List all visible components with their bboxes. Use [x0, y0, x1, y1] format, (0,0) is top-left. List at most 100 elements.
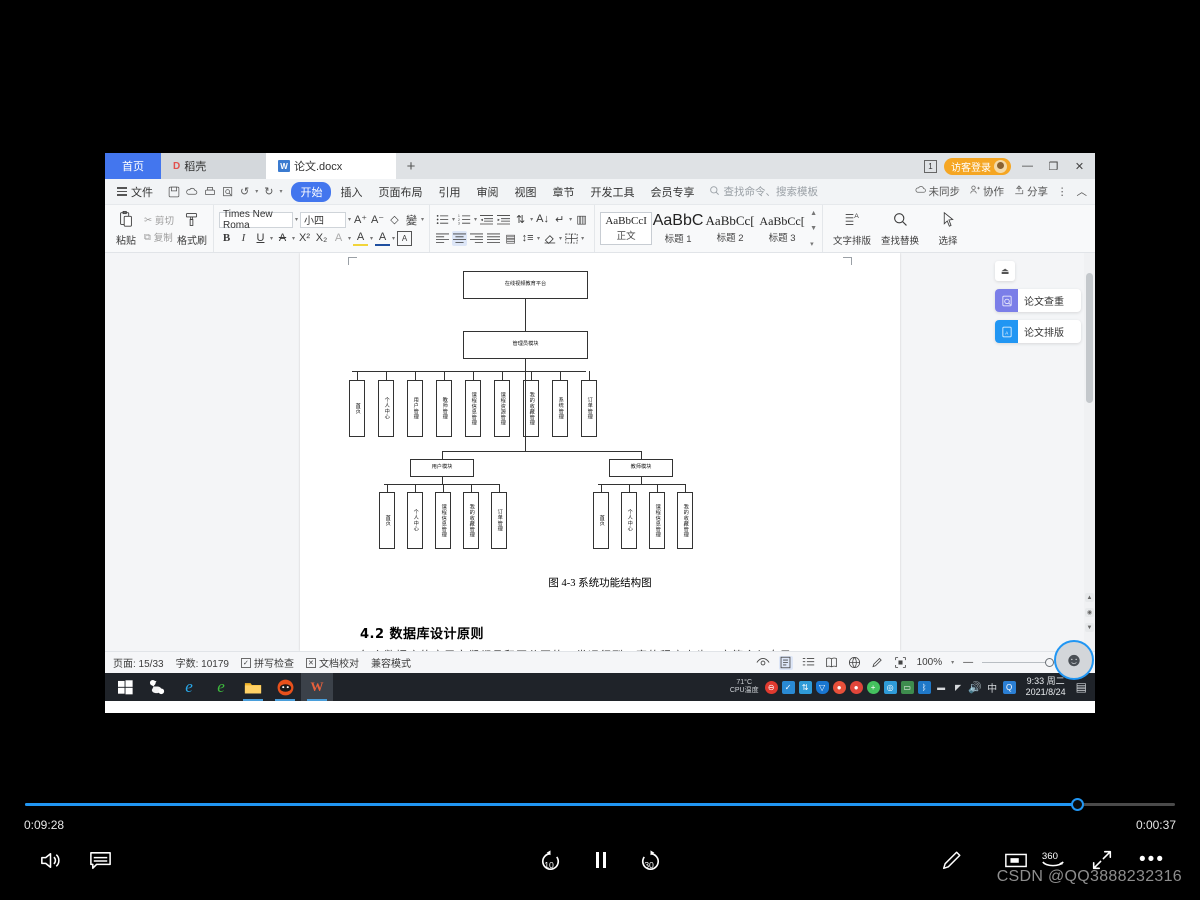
cloud-save-icon[interactable] — [186, 186, 198, 198]
bold-button[interactable]: B — [219, 231, 234, 246]
style-normal[interactable]: AaBbCcI 正文 — [600, 212, 653, 245]
paste-button[interactable]: 粘贴 — [110, 210, 142, 247]
underline-caret-icon[interactable]: ▾ — [270, 235, 273, 242]
print-icon[interactable] — [204, 186, 216, 198]
tray-qq-browser-icon[interactable]: Q — [1002, 680, 1016, 694]
menu-tab-developer[interactable]: 开发工具 — [583, 182, 641, 202]
numbered-caret-icon[interactable]: ▾ — [474, 216, 477, 223]
tray-shield-icon[interactable]: ▽ — [815, 680, 829, 694]
pinyin-guide-button[interactable]: 變 — [404, 212, 419, 227]
status-page-number[interactable]: 页面: 15/33 — [113, 655, 164, 670]
menu-tab-page-layout[interactable]: 页面布局 — [371, 182, 429, 202]
paragraph-sort-button[interactable]: A↓ — [535, 212, 550, 227]
start-icon[interactable] — [109, 673, 141, 701]
sync-status[interactable]: 未同步 — [915, 184, 960, 199]
edit-pen-icon[interactable] — [871, 656, 885, 670]
numbered-list-button[interactable]: 123 — [457, 212, 472, 227]
font-name-caret-icon[interactable]: ▾ — [295, 216, 298, 223]
subscript-button[interactable]: X₂ — [314, 231, 329, 246]
font-color-button[interactable]: A — [375, 231, 391, 246]
ime-indicator[interactable]: 中 — [986, 681, 999, 695]
status-proofread[interactable]: ✕ 文档校对 — [305, 655, 359, 670]
battery-icon[interactable]: ▬ — [935, 681, 948, 694]
shading-caret-icon[interactable]: ▾ — [559, 235, 562, 242]
tab-docer[interactable]: D 稻壳 — [161, 153, 266, 179]
styles-expand-icon[interactable]: ▾ — [810, 240, 817, 248]
align-right-button[interactable] — [469, 231, 484, 246]
strikethrough-button[interactable]: A — [275, 231, 290, 246]
outline-view-icon[interactable] — [802, 656, 816, 670]
s-logo-icon[interactable] — [141, 673, 173, 701]
volume-icon[interactable] — [34, 844, 66, 876]
player-progress-track[interactable] — [25, 798, 1175, 811]
tab-home[interactable]: 首页 — [105, 153, 161, 179]
minimize-button[interactable]: — — [1018, 160, 1037, 172]
tab-document[interactable]: W 论文.docx — [266, 153, 396, 179]
char-border-caret-icon[interactable]: ▾ — [348, 235, 351, 242]
shading-button[interactable] — [542, 231, 557, 246]
maxthon-icon[interactable] — [269, 673, 301, 701]
sort-caret-icon[interactable]: ▾ — [530, 216, 533, 223]
tray-app-red-icon[interactable]: ● — [832, 680, 846, 694]
fit-page-icon[interactable] — [894, 656, 908, 670]
annotate-pencil-icon[interactable] — [936, 844, 968, 876]
bullet-caret-icon[interactable]: ▾ — [452, 216, 455, 223]
tray-security-icon[interactable]: ⊖ — [764, 680, 778, 694]
character-shading-button[interactable]: A — [397, 230, 413, 246]
new-tab-button[interactable]: + — [396, 153, 426, 179]
collapse-ribbon-icon[interactable]: ︿ — [1077, 184, 1088, 199]
tray-qq-penguin-icon[interactable]: ● — [849, 680, 863, 694]
undo-caret-icon[interactable]: ▾ — [255, 188, 258, 195]
menu-tab-member[interactable]: 会员专享 — [643, 182, 701, 202]
ruler-button[interactable]: ▥ — [574, 212, 589, 227]
cut-button[interactable]: ✂ 剪切 — [144, 213, 174, 228]
tray-green-shield-icon[interactable]: + — [866, 680, 880, 694]
character-border-button[interactable]: A — [331, 231, 346, 246]
rewind-10-button[interactable]: 10 — [534, 844, 566, 876]
styles-gallery-scroll[interactable]: ▲ ▼ ▾ — [808, 210, 817, 248]
task-pane-collapse-button[interactable]: ⏏ — [995, 261, 1015, 281]
volume-tray-icon[interactable]: 🔊 — [968, 681, 982, 694]
strikethrough-caret-icon[interactable]: ▾ — [292, 235, 295, 242]
scroll-previous-page-icon[interactable]: ▲ — [1085, 593, 1094, 602]
task-pane-card-typesetting[interactable]: A 论文排版 — [995, 320, 1081, 343]
show-marks-caret-icon[interactable]: ▾ — [569, 216, 572, 223]
italic-button[interactable]: I — [236, 231, 251, 246]
menu-tab-references[interactable]: 引用 — [431, 182, 467, 202]
format-painter-button[interactable]: 格式刷 — [176, 211, 208, 247]
page-count-badge[interactable]: 1 — [924, 159, 937, 173]
show-marks-button[interactable]: ↵ — [552, 212, 567, 227]
notification-center-icon[interactable]: ▤ — [1076, 680, 1089, 694]
font-name-input[interactable]: Times New Roma — [218, 209, 293, 231]
menu-tab-review[interactable]: 审阅 — [469, 182, 505, 202]
scroll-next-page-icon[interactable]: ▼ — [1085, 623, 1094, 632]
tray-network-icon[interactable]: ▭ — [900, 680, 914, 694]
styles-scroll-down-icon[interactable]: ▼ — [810, 225, 817, 232]
style-heading-2[interactable]: AaBbCc[ 标题 2 — [704, 211, 756, 246]
wps-icon[interactable]: W — [301, 673, 333, 701]
tray-settings-icon[interactable]: ◎ — [883, 680, 897, 694]
reading-layout-icon[interactable] — [825, 656, 839, 670]
document-scrollbar[interactable]: ▲ ◉ ▼ — [1084, 253, 1095, 651]
forward-30-button[interactable]: 30 — [634, 844, 666, 876]
collaborate-button[interactable]: 协作 — [969, 184, 1004, 199]
menu-tab-section[interactable]: 章节 — [545, 182, 581, 202]
font-size-caret-icon[interactable]: ▾ — [348, 216, 351, 223]
print-layout-view-icon[interactable] — [778, 655, 793, 670]
line-spacing-caret-icon[interactable]: ▾ — [537, 235, 540, 242]
highlight-button[interactable]: A — [353, 231, 369, 246]
menu-tab-start[interactable]: 开始 — [291, 181, 332, 202]
zoom-level-label[interactable]: 100% — [917, 657, 943, 668]
more-options-icon[interactable]: ⋮ — [1057, 186, 1068, 198]
login-button[interactable]: 访客登录 — [944, 157, 1011, 175]
play-pause-button[interactable] — [585, 844, 617, 876]
tray-sync-icon[interactable]: ⇅ — [798, 680, 812, 694]
player-progress-knob[interactable] — [1071, 798, 1085, 811]
bullet-list-button[interactable] — [435, 212, 450, 227]
web-layout-icon[interactable] — [848, 656, 862, 670]
document-area[interactable]: 在线视频教育平台 管理员模块 首页 个人中心 用户管理 教师管理 课程信息管理 — [105, 253, 1095, 651]
scroll-select-browse-icon[interactable]: ◉ — [1085, 608, 1094, 617]
pinyin-caret-icon[interactable]: ▾ — [421, 216, 424, 223]
menu-tab-view[interactable]: 视图 — [507, 182, 543, 202]
line-spacing-button[interactable]: ↕≡ — [520, 231, 535, 246]
